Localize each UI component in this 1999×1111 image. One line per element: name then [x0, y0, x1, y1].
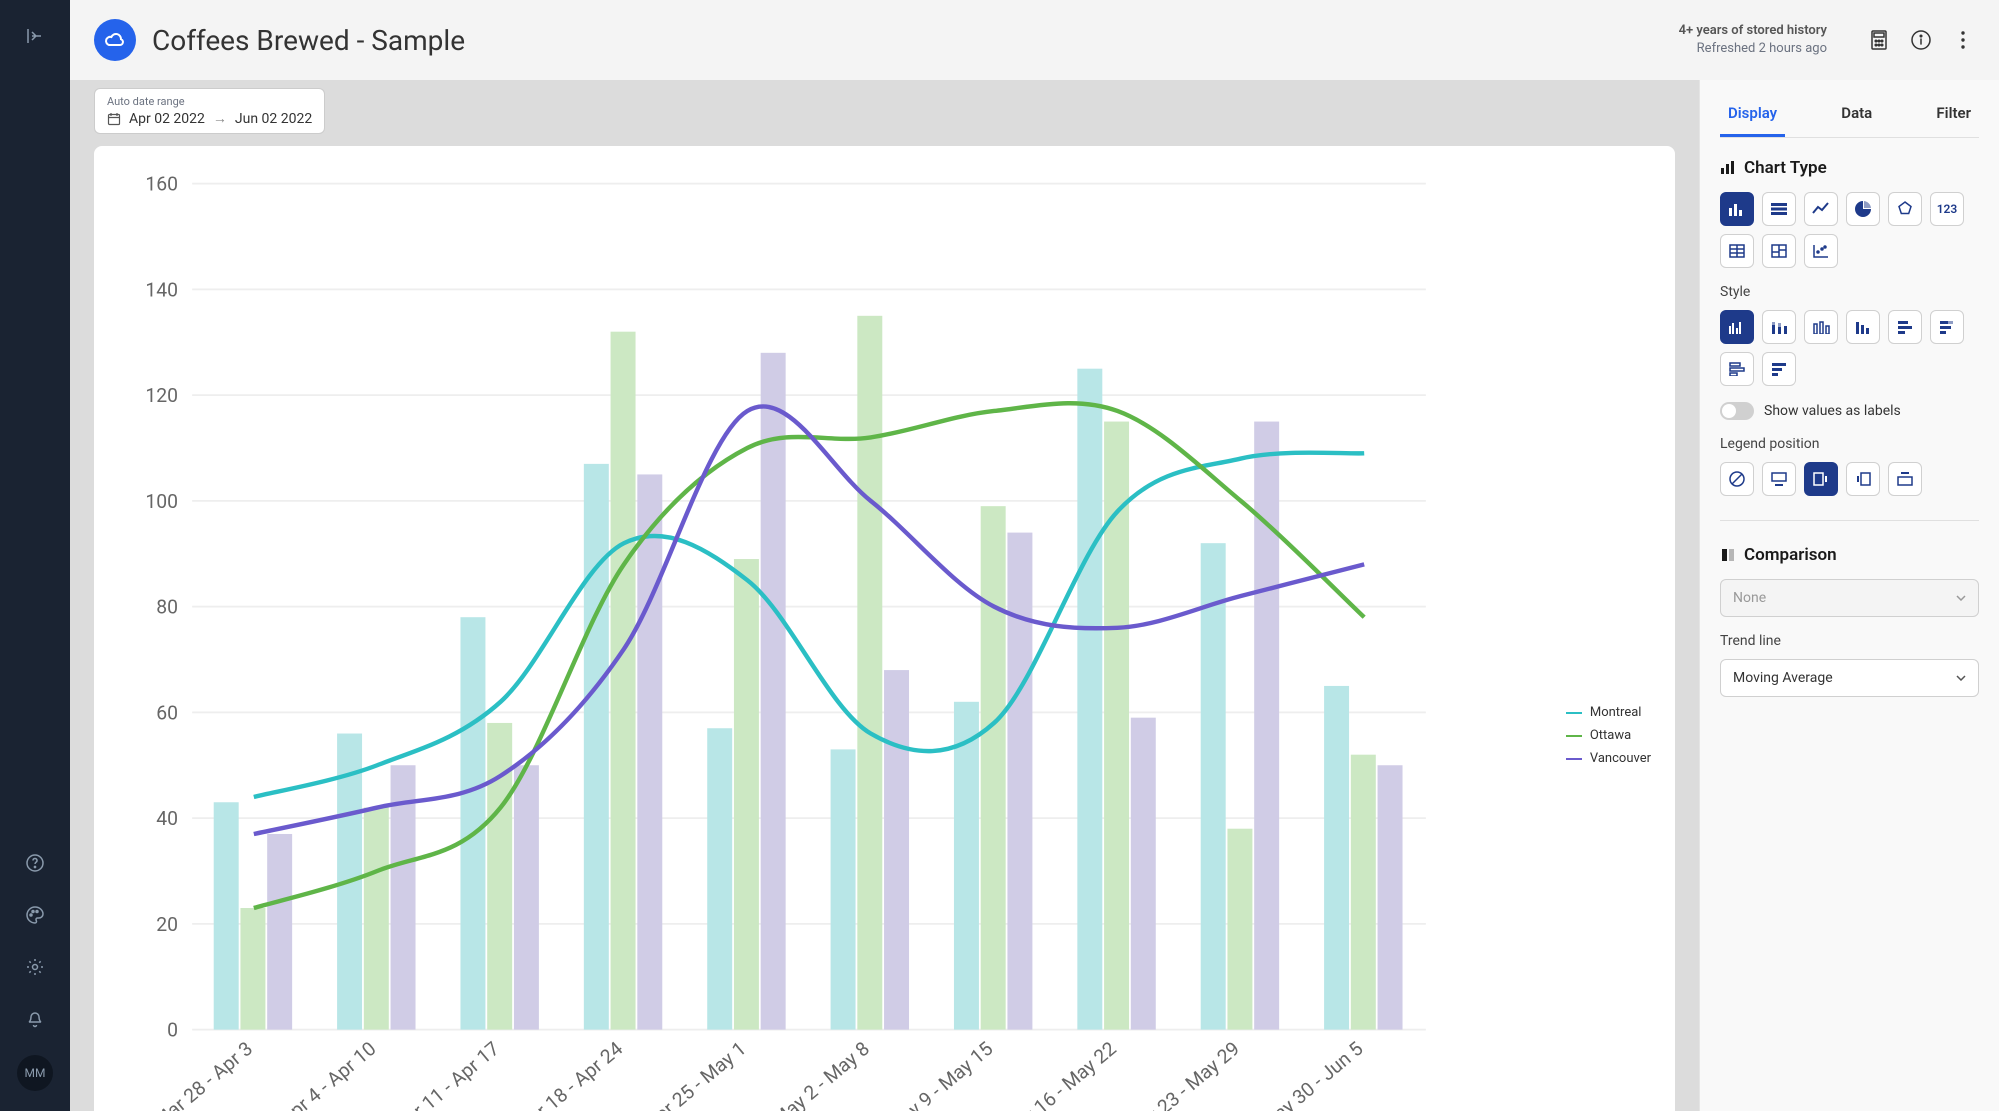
style-hbar-4[interactable] — [1762, 352, 1796, 386]
svg-text:40: 40 — [156, 807, 178, 830]
chevron-down-icon — [1956, 675, 1966, 681]
legend-none[interactable] — [1720, 462, 1754, 496]
chart-plot: 0 20 40 60 80 100 120 140 160 Mar 28 - Apr 3 Apr 4… — [104, 166, 1655, 1111]
tab-data[interactable]: Data — [1833, 92, 1880, 137]
svg-text:100: 100 — [145, 490, 178, 513]
tab-display[interactable]: Display — [1720, 92, 1785, 137]
chart-type-stacked-bar[interactable] — [1762, 192, 1796, 226]
info-icon[interactable] — [1909, 28, 1933, 52]
notifications-icon[interactable] — [19, 1003, 51, 1035]
svg-text:20: 20 — [156, 913, 178, 936]
refreshed-text: Refreshed 2 hours ago — [1679, 40, 1827, 58]
svg-text:May 23 - May 29: May 23 - May 29 — [1121, 1037, 1244, 1111]
svg-text:Mar 28 - Apr 3: Mar 28 - Apr 3 — [149, 1037, 257, 1111]
settings-icon[interactable] — [19, 951, 51, 983]
legend-item: Ottawa — [1566, 728, 1651, 743]
trend-line-label: Trend line — [1720, 633, 1979, 649]
palette-icon[interactable] — [19, 899, 51, 931]
style-outlined-bar[interactable] — [1804, 310, 1838, 344]
page-title: Coffees Brewed - Sample — [152, 24, 1663, 57]
chart-type-title: Chart Type — [1720, 158, 1979, 178]
svg-text:Apr 25 - May 1: Apr 25 - May 1 — [641, 1037, 751, 1111]
app-logo — [94, 19, 136, 61]
bar-chart-icon — [1720, 160, 1736, 176]
svg-text:May 30 - Jun 5: May 30 - Jun 5 — [1256, 1037, 1367, 1111]
svg-text:Apr 18 - Apr 24: Apr 18 - Apr 24 — [514, 1037, 627, 1111]
chart-type-pie[interactable] — [1846, 192, 1880, 226]
svg-text:May 16 - May 22: May 16 - May 22 — [998, 1037, 1121, 1111]
legend-position-label: Legend position — [1720, 436, 1979, 452]
chart-type-treemap[interactable] — [1762, 234, 1796, 268]
style-stacked-bar[interactable] — [1762, 310, 1796, 344]
chart-legend: Montreal Ottawa Vancouver — [1566, 705, 1651, 766]
chart-type-radar[interactable] — [1888, 192, 1922, 226]
header: Coffees Brewed - Sample 4+ years of stor… — [70, 0, 1999, 80]
history-text: 4+ years of stored history — [1679, 22, 1827, 40]
more-icon[interactable] — [1951, 28, 1975, 52]
nav-sidebar: MM — [0, 0, 70, 1111]
trend-line-select[interactable]: Moving Average — [1720, 659, 1979, 697]
calendar-icon — [107, 112, 121, 126]
svg-text:0: 0 — [167, 1019, 178, 1042]
style-hbar-1[interactable] — [1888, 310, 1922, 344]
chart-type-line[interactable] — [1804, 192, 1838, 226]
chart-type-number[interactable]: 123 — [1930, 192, 1964, 226]
svg-text:120: 120 — [145, 384, 178, 407]
chart-type-scatter[interactable] — [1804, 234, 1838, 268]
svg-text:Apr 11 - Apr 17: Apr 11 - Apr 17 — [391, 1037, 504, 1111]
chevron-down-icon — [1956, 595, 1966, 601]
legend-right[interactable] — [1804, 462, 1838, 496]
svg-text:May 9 - May 15: May 9 - May 15 — [883, 1037, 998, 1111]
chart-type-bar[interactable] — [1720, 192, 1754, 226]
svg-text:60: 60 — [156, 701, 178, 724]
calculator-icon[interactable] — [1867, 28, 1891, 52]
style-label: Style — [1720, 284, 1979, 300]
show-values-toggle[interactable] — [1720, 402, 1754, 420]
date-range-picker[interactable]: Auto date range Apr 02 2022 → Jun 02 202… — [94, 88, 325, 134]
style-sorted-bar[interactable] — [1846, 310, 1880, 344]
chart-card: 0 20 40 60 80 100 120 140 160 Mar 28 - Apr 3 Apr 4… — [94, 146, 1675, 1111]
help-icon[interactable] — [19, 847, 51, 879]
user-avatar[interactable]: MM — [17, 1055, 53, 1091]
date-from: Apr 02 2022 — [129, 111, 205, 127]
svg-text:140: 140 — [145, 278, 178, 301]
config-panel: Display Data Filter Chart Type 123 — [1699, 80, 1999, 1111]
date-range-label: Auto date range — [107, 95, 312, 108]
date-to: Jun 02 2022 — [235, 111, 312, 127]
svg-text:Apr 4 - Apr 10: Apr 4 - Apr 10 — [276, 1037, 381, 1111]
comparison-icon — [1720, 547, 1736, 563]
legend-left[interactable] — [1846, 462, 1880, 496]
svg-text:80: 80 — [156, 596, 178, 619]
show-values-label: Show values as labels — [1764, 403, 1901, 419]
arrow-right-icon: → — [213, 110, 227, 127]
legend-item: Vancouver — [1566, 751, 1651, 766]
style-grouped-bar[interactable] — [1720, 310, 1754, 344]
svg-text:May 2 - May 8: May 2 - May 8 — [768, 1037, 874, 1111]
style-hbar-3[interactable] — [1720, 352, 1754, 386]
comparison-select[interactable]: None — [1720, 579, 1979, 617]
legend-item: Montreal — [1566, 705, 1651, 720]
style-hbar-2[interactable] — [1930, 310, 1964, 344]
expand-sidebar-icon[interactable] — [19, 20, 51, 52]
tab-filter[interactable]: Filter — [1928, 92, 1979, 137]
comparison-title: Comparison — [1720, 545, 1979, 565]
legend-bottom[interactable] — [1762, 462, 1796, 496]
svg-text:160: 160 — [145, 173, 178, 196]
header-meta: 4+ years of stored history Refreshed 2 h… — [1679, 22, 1827, 58]
chart-type-table[interactable] — [1720, 234, 1754, 268]
legend-top[interactable] — [1888, 462, 1922, 496]
